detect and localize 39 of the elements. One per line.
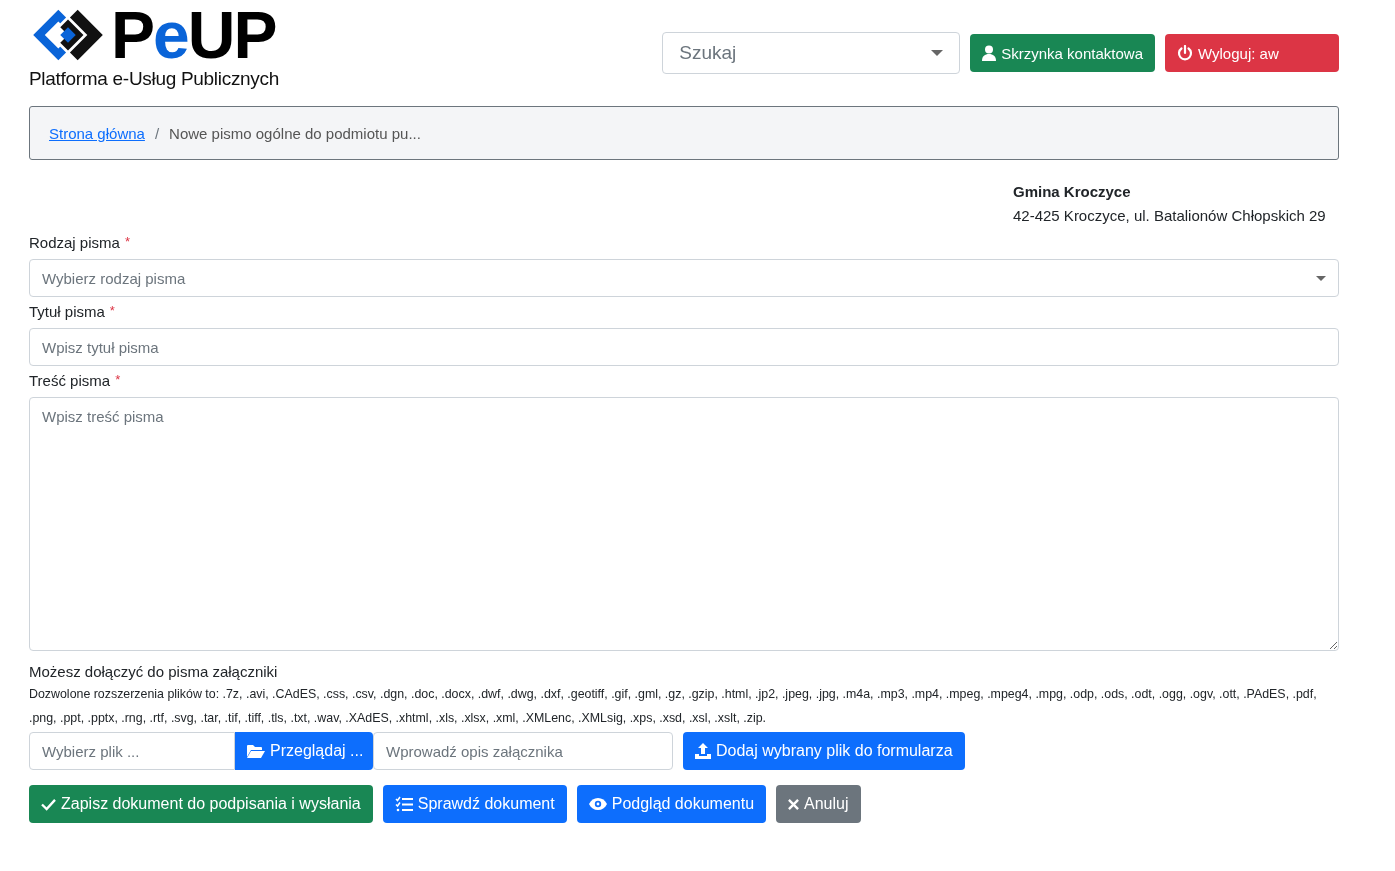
field-label: Treść pisma xyxy=(29,372,111,389)
person-icon xyxy=(982,45,997,61)
check-document-button[interactable]: Sprawdź dokument xyxy=(382,785,567,823)
checklist-icon xyxy=(394,796,413,812)
description-field[interactable]: Wprowadź opis załącznika xyxy=(373,732,673,770)
caret-icon xyxy=(931,50,944,56)
text-area[interactable]: Wpisz treść pisma xyxy=(29,397,1339,651)
select-field[interactable]: Wybierz rodzaj pisma xyxy=(29,259,1339,297)
folder-icon xyxy=(247,744,265,758)
search-dropdown[interactable]: Szukaj xyxy=(662,32,961,74)
required-mark: * xyxy=(109,303,115,318)
logo-text: PeUP xyxy=(111,4,276,66)
required-mark: * xyxy=(115,372,121,387)
upload-icon xyxy=(695,743,711,759)
breadcrumb-current: Nowe pismo ogólne do podmiotu pu... xyxy=(169,124,421,142)
attachments-label: Możesz dołączyć do pisma załączniki xyxy=(29,663,279,680)
save-button[interactable]: Zapisz dokument do podpisania i wysłania xyxy=(29,785,373,823)
field-label: Tytuł pisma xyxy=(29,303,105,320)
close-icon xyxy=(788,798,800,810)
recipient-name: Gmina Kroczyce xyxy=(1013,182,1132,202)
breadcrumb-separator: / xyxy=(154,124,160,142)
browse-button[interactable]: Przeglądaj ... xyxy=(235,732,373,770)
add-file-button[interactable]: Dodaj wybrany plik do formularza xyxy=(683,732,965,770)
preview-button[interactable]: Podgląd dokumentu xyxy=(576,785,767,823)
contact-box-button[interactable]: Skrzynka kontaktowa xyxy=(970,34,1155,72)
logo-subtitle: Platforma e-Usług Publicznych xyxy=(29,68,280,90)
field-label: Rodzaj pisma xyxy=(29,234,120,251)
breadcrumb-link[interactable]: Strona główna xyxy=(49,124,145,142)
allowed-extensions-text: Dozwolone rozszerzenia plików to: .7z, .avi, .CAdES, .css, .csv, .dgn, .doc, .docx, .dwf, .dwg, .dxf, .geotiff, .gif, .gml, .gz, .gzip, .html, .jp2, .jpeg, .jpg, .m4a, .mp3, .mp4, .mpeg, .mpeg4, .mpg, .odp, .ods, .odt, .ogg, .ogv, .ott, .PAdES, .pdf, .png, .ppt, .pptx, .rng, .rtf, .svg, .tar, .tif, .tiff, .tls, .txt, .wav, .XAdES, .xhtml, .xls, .xlsx, .xml, .XMLenc, .XMLsig, .xps, .xsd, .xsl, .xslt, .zip. xyxy=(29,686,1318,727)
eye-icon xyxy=(588,798,607,810)
required-mark: * xyxy=(124,234,130,249)
caret-icon xyxy=(1316,275,1326,281)
text-field[interactable]: Wpisz tytuł pisma xyxy=(29,328,1339,366)
power-icon xyxy=(1177,45,1193,61)
cancel-button[interactable]: Anuluj xyxy=(776,785,861,823)
recipient-address: 42-425 Kroczyce, ul. Batalionów Chłopskich 29 xyxy=(1013,206,1327,226)
checkmark-icon xyxy=(41,797,56,811)
file-field[interactable]: Wybierz plik ... xyxy=(29,732,235,770)
logout-button[interactable]: Wyloguj: aw xyxy=(1165,34,1339,72)
